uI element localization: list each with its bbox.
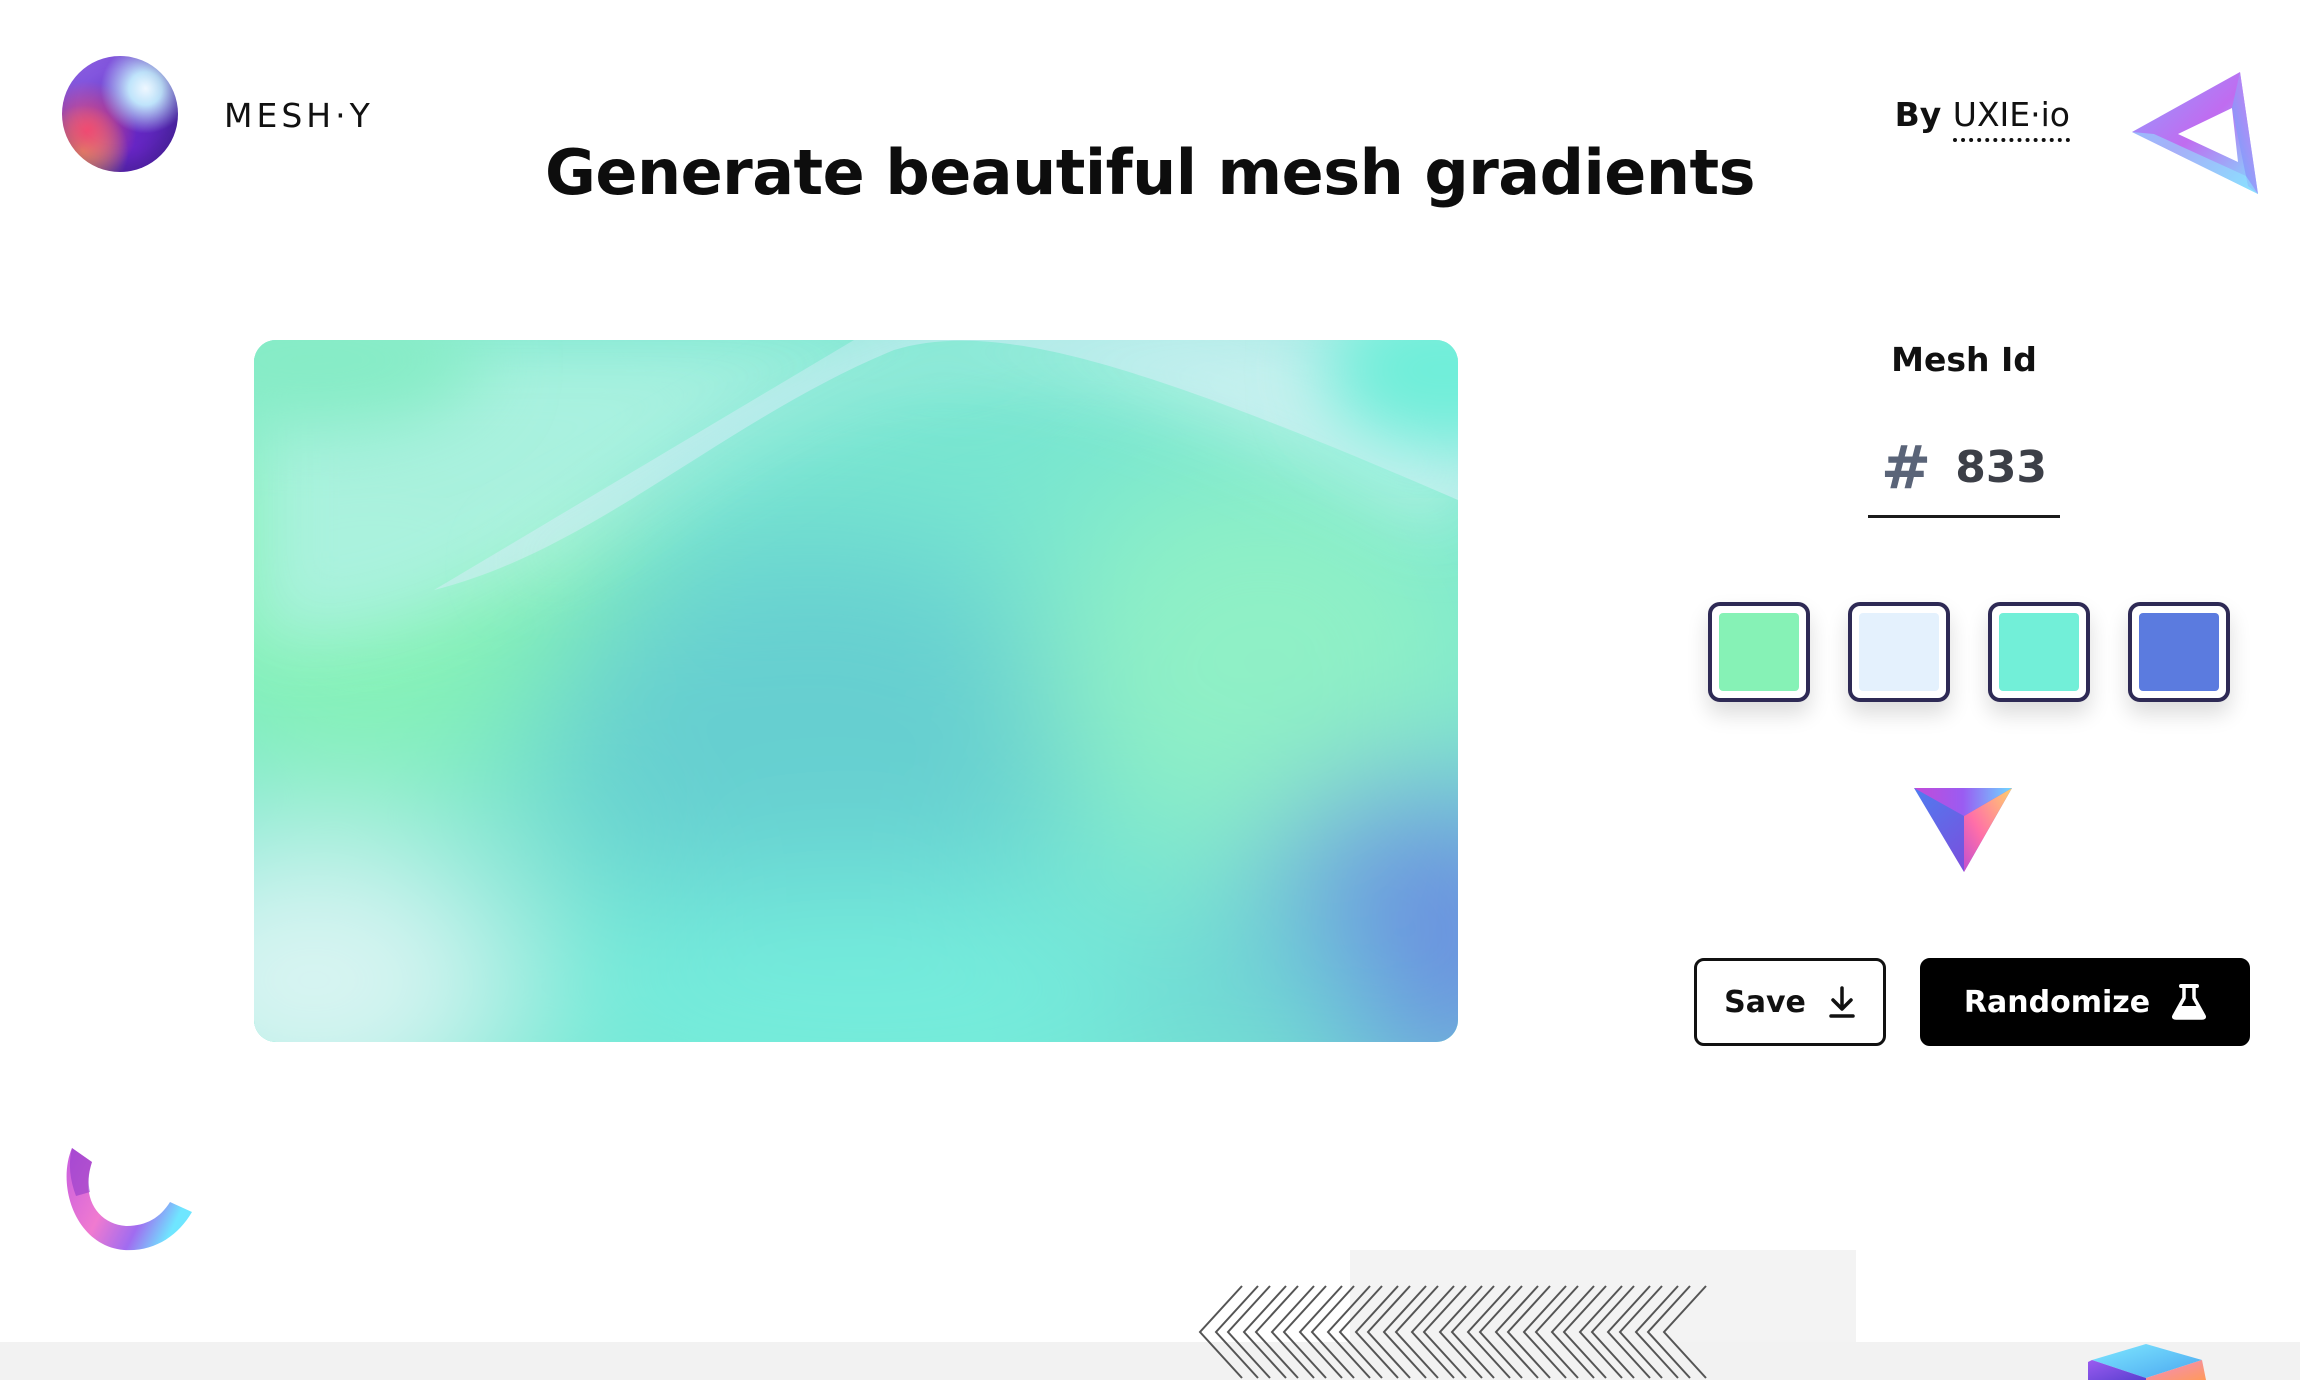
gradient-ring-icon [66,1148,192,1251]
color-swatch-1[interactable] [1708,602,1810,702]
save-label: Save [1724,984,1806,1020]
hash-symbol: # [1880,432,1932,503]
randomize-button[interactable]: Randomize [1920,958,2250,1046]
mesh-gradient-preview [254,340,1458,1042]
byline: By UXIE·io [1894,95,2070,142]
flask-icon [2172,984,2207,1020]
color-swatch-fill [1719,613,1799,691]
color-swatch-fill [1859,613,1939,691]
mesh-id-value[interactable]: 833 [1955,442,2047,493]
mesh-id-input[interactable]: # 833 [1868,420,2060,518]
brand-name[interactable]: MESH·Y [224,96,374,135]
color-swatch-3[interactable] [1988,602,2090,702]
prism-icon [1914,788,2012,872]
color-swatch-4[interactable] [2128,602,2230,702]
download-icon [1829,986,1855,1018]
mesh-id-label: Mesh Id [1891,340,2037,379]
chevron-pattern-icon [1198,1285,1707,1379]
byline-prefix: By [1894,95,1953,134]
randomize-label: Randomize [1963,984,2151,1020]
footer-band [0,1342,2300,1380]
color-swatch-fill [2139,613,2219,691]
uxie-link[interactable]: UXIE·io [1952,95,2070,142]
color-swatch-2[interactable] [1848,602,1950,702]
page-title: Generate beautiful mesh gradients [545,136,1756,209]
save-button[interactable]: Save [1694,958,1886,1046]
gradient-cube-icon [2088,1344,2206,1380]
color-swatch-fill [1999,613,2079,691]
